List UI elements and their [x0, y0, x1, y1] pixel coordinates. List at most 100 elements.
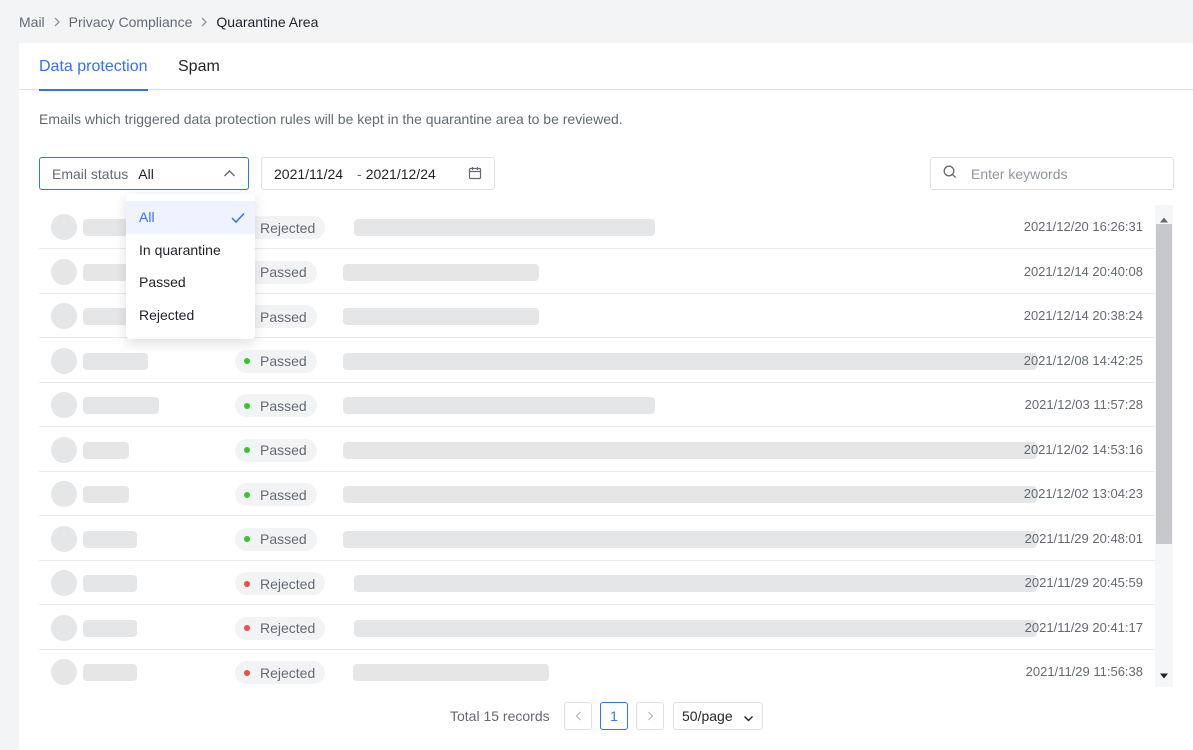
- next-page-button[interactable]: [636, 702, 664, 730]
- status-dot: [244, 580, 250, 587]
- email-time: 2021/12/03 11:57:28: [1024, 397, 1143, 412]
- dropdown-option-rejected[interactable]: Rejected: [126, 299, 255, 332]
- avatar: [51, 214, 77, 240]
- scroll-down-icon[interactable]: [1160, 666, 1168, 682]
- table-row[interactable]: Rejected 2021/11/29 20:41:17: [39, 606, 1155, 650]
- status-badge: Passed: [235, 394, 317, 417]
- sender-placeholder: [83, 530, 137, 548]
- date-separator: -: [357, 165, 362, 182]
- email-time: 2021/12/08 14:42:25: [1023, 352, 1143, 368]
- total-records: Total 15 records: [450, 708, 550, 724]
- chevron-right-icon: [53, 17, 61, 27]
- search-box: [930, 157, 1174, 190]
- chevron-down-icon: [743, 711, 754, 727]
- page-button-current[interactable]: 1: [600, 702, 628, 730]
- avatar: [51, 303, 77, 329]
- status-dot: [244, 358, 250, 364]
- table-row[interactable]: Rejected 2021/11/29 20:45:59: [39, 561, 1155, 605]
- subject-placeholder: [343, 441, 1037, 459]
- sender-placeholder: [83, 486, 129, 503]
- email-time: 2021/11/29 20:45:59: [1024, 575, 1143, 590]
- status-dot: [244, 669, 250, 676]
- email-time: 2021/12/14 20:38:24: [1023, 308, 1143, 323]
- email-time: 2021/12/20 16:26:31: [1023, 219, 1143, 234]
- calendar-icon: [468, 166, 482, 183]
- sender-placeholder: [83, 664, 137, 681]
- subject-placeholder: [343, 308, 539, 325]
- date-end[interactable]: 2021/12/24: [366, 166, 436, 182]
- email-time: 2021/12/14 20:40:08: [1023, 263, 1143, 279]
- table-row[interactable]: Passed 2021/11/29 20:48:01: [39, 517, 1155, 561]
- email-status-select[interactable]: Email status All: [39, 157, 249, 190]
- tab-spam[interactable]: Spam: [178, 43, 220, 90]
- avatar: [51, 392, 77, 418]
- email-status-dropdown: All In quarantine Passed Rejected: [126, 194, 255, 339]
- search-icon: [943, 165, 957, 182]
- pagination: Total 15 records 1 50/page: [19, 701, 1193, 731]
- sender-placeholder: [83, 441, 129, 459]
- content-panel: Data protection Spam Emails which trigge…: [19, 43, 1193, 750]
- table-row[interactable]: Passed 2021/12/02 14:53:16: [39, 428, 1155, 472]
- dropdown-option-all[interactable]: All: [126, 201, 255, 234]
- list-scrollbar[interactable]: [1155, 205, 1173, 687]
- status-badge: Rejected: [235, 616, 326, 640]
- avatar: [51, 659, 77, 685]
- email-status-label: Email status: [52, 165, 129, 182]
- subject-placeholder: [353, 664, 549, 681]
- table-row[interactable]: Rejected 2021/11/29 11:56:38: [39, 650, 1155, 687]
- avatar: [51, 525, 77, 552]
- prev-page-button[interactable]: [564, 702, 592, 730]
- sender-placeholder: [83, 397, 159, 414]
- status-badge: Rejected: [235, 572, 326, 595]
- avatar: [51, 481, 77, 507]
- chevron-right-icon: [200, 17, 208, 27]
- email-time: 2021/12/02 14:53:16: [1023, 441, 1143, 457]
- avatar: [51, 614, 77, 641]
- status-dot: [244, 536, 250, 542]
- avatar: [51, 258, 77, 285]
- page-size-select[interactable]: 50/page: [673, 702, 763, 730]
- subject-placeholder: [354, 575, 1037, 592]
- status-badge: Passed: [235, 483, 317, 506]
- check-icon: [231, 211, 245, 227]
- status-dot: [244, 491, 250, 498]
- email-status-value: All: [138, 165, 154, 182]
- status-badge: Passed: [235, 349, 317, 373]
- search-input[interactable]: [971, 165, 1151, 182]
- date-start[interactable]: 2021/11/24: [274, 166, 343, 182]
- dropdown-option-in-quarantine[interactable]: In quarantine: [126, 234, 255, 267]
- email-time: 2021/12/02 13:04:23: [1023, 486, 1143, 501]
- dropdown-option-passed[interactable]: Passed: [126, 266, 255, 299]
- table-row[interactable]: Passed 2021/12/08 14:42:25: [39, 339, 1155, 383]
- breadcrumb-current: Quarantine Area: [216, 13, 319, 30]
- breadcrumb-mail[interactable]: Mail: [19, 14, 45, 30]
- tab-bar: Data protection Spam: [19, 43, 1193, 91]
- status-badge: Passed: [235, 438, 317, 462]
- tab-data-protection[interactable]: Data protection: [39, 43, 148, 91]
- page-description: Emails which triggered data protection r…: [39, 111, 623, 127]
- sender-placeholder: [83, 352, 148, 370]
- date-range-picker[interactable]: 2021/11/24 - 2021/12/24: [261, 157, 495, 190]
- chevron-right-icon: [647, 711, 653, 721]
- status-badge: Passed: [235, 527, 317, 551]
- avatar: [51, 436, 77, 463]
- avatar: [51, 570, 77, 596]
- status-dot: [244, 625, 250, 631]
- table-row[interactable]: Passed 2021/12/03 11:57:28: [39, 383, 1155, 427]
- table-row[interactable]: Passed 2021/12/02 13:04:23: [39, 472, 1155, 516]
- email-time: 2021/11/29 11:56:38: [1025, 664, 1143, 679]
- subject-placeholder: [354, 219, 655, 236]
- email-time: 2021/11/29 20:48:01: [1024, 530, 1143, 546]
- email-time: 2021/11/29 20:41:17: [1024, 619, 1143, 635]
- subject-placeholder: [343, 263, 539, 281]
- avatar: [51, 347, 77, 374]
- status-dot: [244, 447, 250, 453]
- scrollbar-thumb[interactable]: [1156, 224, 1172, 544]
- breadcrumb-privacy-compliance[interactable]: Privacy Compliance: [69, 14, 193, 30]
- status-badge: Rejected: [235, 661, 326, 684]
- subject-placeholder: [343, 530, 1037, 548]
- breadcrumb: Mail Privacy Compliance Quarantine Area: [19, 0, 318, 43]
- subject-placeholder: [354, 619, 1037, 637]
- subject-placeholder: [343, 486, 1037, 503]
- chevron-left-icon: [575, 711, 581, 721]
